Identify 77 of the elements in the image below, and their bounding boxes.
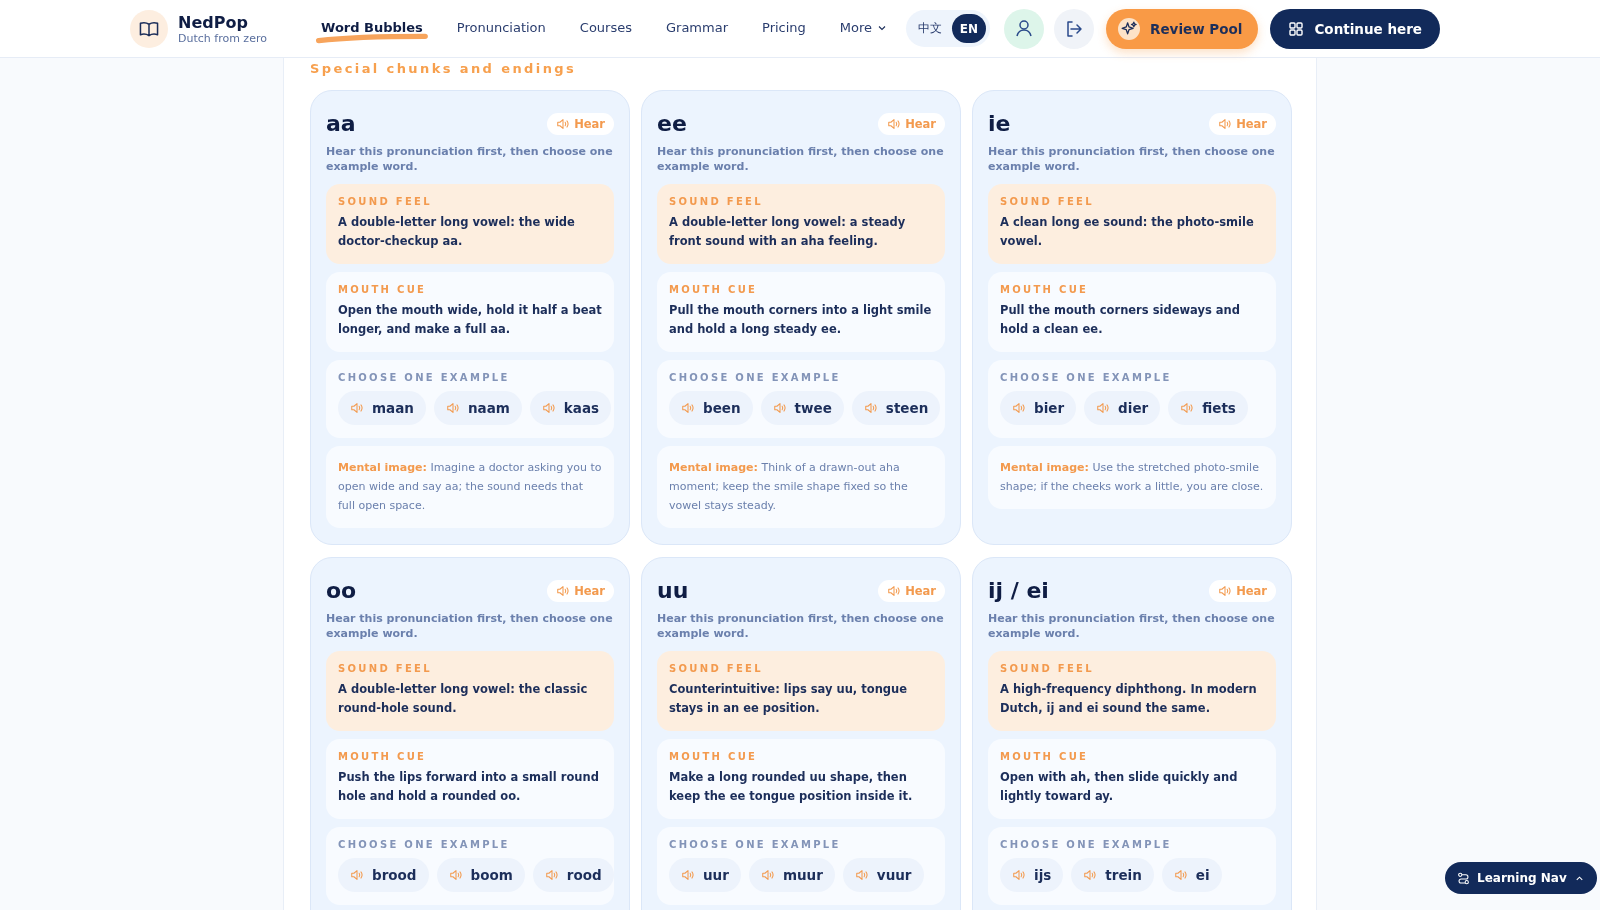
sound-title: uu — [657, 578, 689, 603]
panel-label: MOUTH CUE — [1000, 284, 1090, 295]
panel-text: Open with ah, then slide quickly and lightly toward ay. — [1000, 769, 1239, 805]
panel-label: CHOOSE ONE EXAMPLE — [1000, 372, 1173, 383]
example-word[interactable]: uur — [669, 858, 741, 892]
panel-label: MOUTH CUE — [1000, 751, 1090, 762]
sound-title: aa — [326, 111, 356, 136]
sound-title: oo — [326, 578, 357, 603]
mental-image-text: Mental image: Imagine a doctor asking you to open wide and say aa; the sound needs that full open space. — [338, 460, 602, 514]
example-word[interactable]: steen — [851, 391, 941, 425]
panel-text: Pull the mouth corners sideways and hold a clean ee. — [1000, 302, 1242, 338]
panel-label: CHOOSE ONE EXAMPLE — [669, 839, 842, 850]
example-word[interactable]: muur — [748, 858, 835, 892]
panel-text: A double-letter long vowel: the wide doctor-checkup aa. — [338, 214, 576, 250]
continue-button[interactable]: Continue here — [1270, 8, 1440, 49]
card-intro: Hear this pronunciation first, then choose one example word. — [988, 611, 1276, 641]
panel-label: SOUND FEEL — [669, 196, 764, 207]
panel-label: CHOOSE ONE EXAMPLE — [338, 839, 511, 850]
panel-text: Make a long rounded uu shape, then keep the ee tongue position inside it. — [669, 769, 914, 805]
panel-label: MOUTH CUE — [338, 284, 428, 295]
panel-label: MOUTH CUE — [338, 751, 428, 762]
language-option[interactable]: EN — [951, 14, 987, 43]
example-word[interactable]: dier — [1084, 391, 1161, 425]
panel-label: MOUTH CUE — [669, 751, 759, 762]
sound-title: ee — [657, 111, 687, 136]
mental-image-text: Mental image: Think of a drawn-out aha moment; keep the smile shape fixed so the vowel stays steady. — [669, 460, 909, 514]
nav-link[interactable]: Word Bubbles — [315, 14, 429, 43]
nav-link[interactable]: Pronunciation — [450, 14, 552, 43]
card-intro: Hear this pronunciation first, then choose one example word. — [988, 144, 1276, 174]
brand-tagline: Dutch from zero — [178, 31, 267, 45]
example-word[interactable]: twee — [760, 391, 844, 425]
card-intro: Hear this pronunciation first, then choose one example word. — [326, 611, 614, 641]
panel-label: SOUND FEEL — [669, 663, 764, 674]
panel-label: MOUTH CUE — [669, 284, 759, 295]
panel-label: CHOOSE ONE EXAMPLE — [669, 372, 842, 383]
example-word[interactable]: maan — [338, 391, 426, 425]
example-word[interactable]: rood — [532, 858, 614, 892]
example-word[interactable]: boom — [436, 858, 525, 892]
nav-link[interactable]: Pricing — [756, 14, 812, 43]
example-word[interactable]: fiets — [1168, 391, 1248, 425]
example-word[interactable]: ei — [1161, 858, 1222, 892]
example-word[interactable]: kaas — [529, 391, 612, 425]
example-word[interactable]: brood — [338, 858, 429, 892]
panel-label: SOUND FEEL — [338, 196, 433, 207]
panel-label: SOUND FEEL — [1000, 196, 1095, 207]
sound-title: ie — [988, 111, 1011, 136]
nav-link[interactable]: More — [833, 14, 895, 43]
panel-label: SOUND FEEL — [338, 663, 433, 674]
panel-label: SOUND FEEL — [1000, 663, 1095, 674]
mental-image-text: Mental image: Use the stretched photo-smile shape; if the cheeks work a little, you are close. — [1000, 460, 1264, 495]
card-intro: Hear this pronunciation first, then choose one example word. — [326, 144, 614, 174]
panel-text: A double-letter long vowel: the classic round-hole sound. — [338, 681, 589, 717]
example-word[interactable]: been — [669, 391, 753, 425]
panel-text: A high-frequency diphthong. In modern Dutch, ij and ei sound the same. — [1000, 681, 1258, 717]
sound-title: ij / ei — [988, 578, 1049, 603]
panel-text: Push the lips forward into a small round hole and hold a rounded oo. — [338, 769, 600, 805]
nav-link[interactable]: Grammar — [660, 14, 734, 43]
panel-text: Pull the mouth corners into a light smile and hold a long steady ee. — [669, 302, 933, 338]
card-intro: Hear this pronunciation first, then choose one example word. — [657, 611, 945, 641]
panel-label: CHOOSE ONE EXAMPLE — [1000, 839, 1173, 850]
example-word[interactable]: naam — [433, 391, 522, 425]
example-word[interactable]: bier — [1000, 391, 1077, 425]
learning-nav-button[interactable]: Learning Nav — [1445, 862, 1597, 894]
review-pool-button[interactable]: Review Pool — [1106, 8, 1259, 49]
example-word[interactable]: trein — [1071, 858, 1154, 892]
example-word[interactable]: vuur — [842, 858, 924, 892]
card-intro: Hear this pronunciation first, then choose one example word. — [657, 144, 945, 174]
panel-text: A clean long ee sound: the photo-smile vowel. — [1000, 214, 1255, 250]
example-word[interactable]: ijs — [1000, 858, 1064, 892]
brand-name: NedPop — [178, 12, 249, 32]
section-title: Special chunks and endings — [310, 60, 578, 78]
panel-text: Counterintuitive: lips say uu, tongue stays in an ee position. — [669, 681, 909, 717]
panel-label: CHOOSE ONE EXAMPLE — [338, 372, 511, 383]
language-option[interactable]: 中文 — [909, 14, 950, 43]
nav-link[interactable]: Courses — [573, 14, 638, 43]
panel-text: Open the mouth wide, hold it half a beat longer, and make a full aa. — [338, 302, 602, 338]
panel-text: A double-letter long vowel: a steady front sound with an aha feeling. — [669, 214, 907, 250]
